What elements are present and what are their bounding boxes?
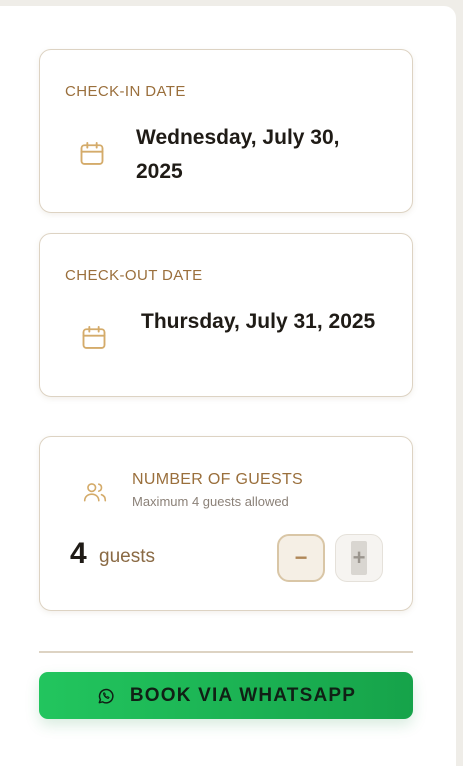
calendar-icon [82,325,106,349]
whatsapp-icon [98,688,114,704]
booking-panel: CHECK-IN DATE Wednesday, July 30, 2025 C… [0,6,456,766]
guests-count: 4 [70,537,87,570]
increment-guests-button[interactable]: + [335,534,383,582]
book-button-label: BOOK VIA WHATSAPP [129,684,357,706]
plus-icon: + [351,541,367,575]
checkin-label: CHECK-IN DATE [65,83,186,100]
divider [39,651,413,653]
decrement-guests-button[interactable]: − [277,534,325,582]
checkin-card[interactable]: CHECK-IN DATE Wednesday, July 30, 2025 [39,49,413,213]
guests-card: NUMBER OF GUESTS Maximum 4 guests allowe… [39,436,413,611]
checkin-date-value: Wednesday, July 30, 2025 [136,126,340,183]
users-icon [83,483,107,502]
guests-unit-label: guests [99,546,155,567]
calendar-icon [80,141,104,165]
guests-title: NUMBER OF GUESTS [132,471,304,488]
checkout-date-value: Thursday, July 31, 2025 [141,310,376,333]
book-via-whatsapp-button[interactable]: BOOK VIA WHATSAPP [39,672,413,719]
guests-subtitle: Maximum 4 guests allowed [132,494,289,509]
checkout-label: CHECK-OUT DATE [65,267,203,284]
checkout-card[interactable]: CHECK-OUT DATE Thursday, July 31, 2025 [39,233,413,397]
